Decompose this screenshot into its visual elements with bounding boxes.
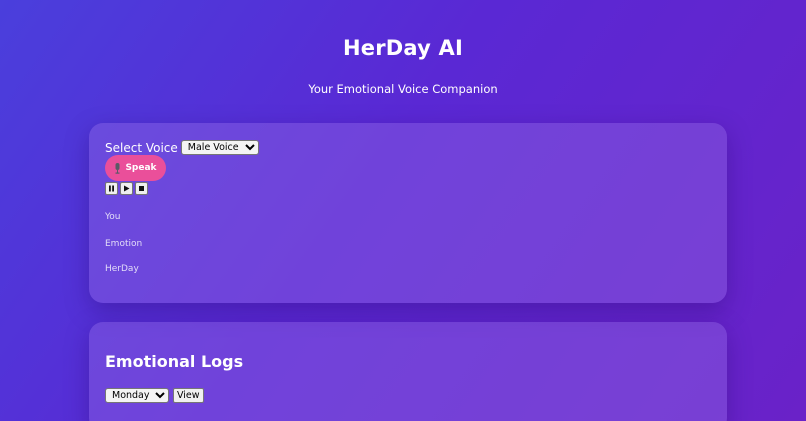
play-button[interactable] — [120, 182, 133, 195]
playback-controls — [105, 182, 150, 195]
logs-title: Emotional Logs — [105, 352, 244, 371]
play-icon — [123, 185, 130, 192]
voice-panel: Select Voice Male Voice Speak You Emotio… — [89, 123, 727, 303]
microphone-icon — [114, 162, 121, 174]
app-subtitle: Your Emotional Voice Companion — [308, 82, 498, 96]
stop-button[interactable] — [135, 182, 148, 195]
user-transcript-label: You — [105, 212, 121, 222]
emotional-logs-panel: Emotional Logs Monday View — [89, 322, 727, 421]
speak-button[interactable]: Speak — [105, 155, 166, 181]
herday-response-label: HerDay — [105, 264, 139, 274]
emotion-label: Emotion — [105, 239, 143, 249]
speak-button-label: Speak — [125, 163, 157, 173]
stop-icon — [138, 185, 145, 192]
day-select[interactable]: Monday — [105, 388, 169, 403]
pause-icon — [108, 185, 115, 192]
voice-select[interactable]: Male Voice — [180, 140, 259, 155]
view-button[interactable]: View — [173, 388, 204, 403]
voice-select-row: Select Voice Male Voice — [105, 140, 259, 155]
pause-button[interactable] — [105, 182, 118, 195]
voice-select-label: Select Voice — [105, 140, 178, 155]
app-title: HerDay AI — [343, 36, 463, 60]
logs-controls-row: Monday View — [105, 388, 204, 403]
